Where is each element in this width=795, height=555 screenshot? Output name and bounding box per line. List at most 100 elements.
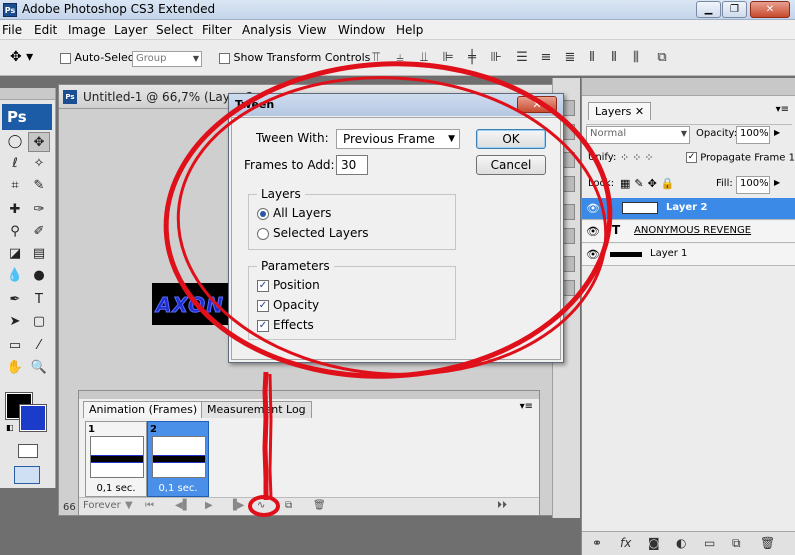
- convert-timeline-icon[interactable]: ⏵⏵: [497, 500, 507, 511]
- blur-tool-icon[interactable]: 💧: [4, 266, 26, 286]
- frame-delay[interactable]: 0,1 sec.: [86, 483, 146, 494]
- visibility-eye-icon[interactable]: 👁: [586, 225, 600, 238]
- fill-slider-icon[interactable]: ▶: [774, 178, 780, 187]
- effects-checkbox[interactable]: ✓: [257, 320, 269, 332]
- distribute-hcenter-icon[interactable]: ⦀: [606, 50, 622, 66]
- distribute-top-icon[interactable]: ☰: [514, 50, 530, 66]
- distribute-right-icon[interactable]: ⫼: [628, 50, 644, 66]
- layer-row-layer-1[interactable]: 👁 Layer 1: [582, 244, 795, 266]
- animation-frame-1[interactable]: 1 0,1 sec.: [85, 421, 147, 497]
- animation-frame-2[interactable]: 2 0,1 sec.: [147, 421, 209, 497]
- crop-tool-icon[interactable]: ⌗: [4, 176, 26, 196]
- dodge-tool-icon[interactable]: ●: [28, 266, 50, 286]
- distribute-bottom-icon[interactable]: ≣: [562, 50, 578, 66]
- propagate-checkbox[interactable]: ✓: [686, 152, 697, 163]
- menu-layer[interactable]: Layer: [114, 23, 147, 37]
- close-button[interactable]: ✕: [750, 1, 790, 18]
- distribute-left-icon[interactable]: ⫴: [584, 50, 600, 66]
- dialog-title-bar[interactable]: Tween ✕: [229, 94, 563, 116]
- eraser-tool-icon[interactable]: ◪: [4, 244, 26, 264]
- opacity-checkbox[interactable]: ✓: [257, 300, 269, 312]
- lock-icons[interactable]: ▦✎✥🔒: [620, 177, 679, 190]
- panel-menu-icon[interactable]: ▾≡: [520, 401, 533, 412]
- new-layer-icon[interactable]: ⧉: [732, 536, 741, 551]
- frame-delay[interactable]: 0,1 sec.: [148, 483, 208, 494]
- menu-view[interactable]: View: [298, 23, 326, 37]
- canvas-artwork[interactable]: AXON: [152, 283, 232, 325]
- align-vcenter-icon[interactable]: ⫨: [392, 50, 408, 66]
- align-right-icon[interactable]: ⊪: [488, 50, 504, 66]
- layer-mask-icon[interactable]: ◙: [648, 536, 660, 550]
- tab-layers[interactable]: Layers ✕: [588, 102, 652, 120]
- all-layers-radio[interactable]: [257, 208, 269, 220]
- maximize-button[interactable]: ❐: [722, 1, 747, 18]
- play-icon[interactable]: ▶: [205, 500, 213, 511]
- previous-frame-icon[interactable]: ◀▌: [175, 500, 190, 511]
- hand-tool-icon[interactable]: ✋: [4, 358, 26, 378]
- menu-edit[interactable]: Edit: [34, 23, 57, 37]
- eyedropper-tool-icon[interactable]: ⁄: [28, 336, 50, 356]
- next-frame-icon[interactable]: ▐▶: [229, 500, 244, 511]
- auto-select-checkbox[interactable]: [60, 52, 71, 64]
- align-hcenter-icon[interactable]: ╪: [464, 50, 480, 66]
- animation-panel-grip[interactable]: [79, 391, 539, 399]
- eyedropper-slice-icon[interactable]: ✎: [28, 176, 50, 196]
- delete-frame-icon[interactable]: 🗑: [313, 500, 326, 511]
- tween-icon[interactable]: ∿: [257, 500, 265, 511]
- auto-select-dropdown[interactable]: Group ▼: [132, 51, 202, 67]
- visibility-eye-icon[interactable]: 👁: [586, 202, 600, 215]
- gradient-tool-icon[interactable]: ▤: [28, 244, 50, 264]
- opacity-input[interactable]: 100%: [736, 126, 770, 144]
- move-tool-icon[interactable]: ✥: [28, 132, 50, 152]
- move-tool-icon[interactable]: ✥ ▾: [10, 49, 33, 65]
- menu-image[interactable]: Image: [68, 23, 106, 37]
- healing-brush-icon[interactable]: ✚: [4, 200, 26, 220]
- loop-dropdown[interactable]: Forever: [83, 500, 121, 511]
- align-top-icon[interactable]: ⫪: [368, 50, 384, 66]
- ok-button[interactable]: OK: [476, 129, 546, 149]
- link-layers-icon[interactable]: ⚭: [592, 536, 602, 550]
- type-tool-icon[interactable]: T: [28, 290, 50, 310]
- frames-to-add-input[interactable]: 30: [336, 155, 368, 175]
- quick-mask-icon[interactable]: [18, 444, 38, 458]
- tools-panel-grip[interactable]: [0, 88, 55, 100]
- auto-align-icon[interactable]: ⧉: [654, 50, 670, 66]
- magic-wand-icon[interactable]: ✧: [28, 154, 50, 174]
- shape-tool-icon[interactable]: ▢: [28, 312, 50, 332]
- menu-analysis[interactable]: Analysis: [242, 23, 291, 37]
- distribute-vcenter-icon[interactable]: ≡: [538, 50, 554, 66]
- dialog-close-button[interactable]: ✕: [517, 96, 557, 113]
- zoom-tool-icon[interactable]: 🔍: [28, 358, 50, 378]
- path-selection-icon[interactable]: ➤: [4, 312, 26, 332]
- layers-menu-icon[interactable]: ▾≡: [776, 104, 789, 115]
- pen-tool-icon[interactable]: ✒: [4, 290, 26, 310]
- minimize-button[interactable]: ▁: [696, 1, 721, 18]
- brush-tool-icon[interactable]: ✑: [28, 200, 50, 220]
- default-colors-icon[interactable]: ◧: [6, 423, 16, 433]
- visibility-eye-icon[interactable]: 👁: [586, 248, 600, 261]
- layers-panel-grip[interactable]: [582, 78, 795, 96]
- zoom-status[interactable]: 66: [63, 502, 76, 513]
- screen-mode-icon[interactable]: [14, 466, 40, 484]
- fill-input[interactable]: 100%: [736, 176, 770, 194]
- tab-animation-frames[interactable]: Animation (Frames): [83, 401, 204, 418]
- new-group-icon[interactable]: ▭: [704, 536, 715, 550]
- unify-icons[interactable]: ⁘⁘⁘: [620, 151, 657, 164]
- duplicate-frame-icon[interactable]: ⧉: [285, 500, 292, 511]
- position-checkbox[interactable]: ✓: [257, 280, 269, 292]
- adjustment-layer-icon[interactable]: ◐: [676, 536, 686, 550]
- background-color-swatch[interactable]: [19, 404, 47, 432]
- blend-mode-dropdown[interactable]: Normal ▼: [586, 126, 690, 144]
- menu-window[interactable]: Window: [338, 23, 385, 37]
- delete-layer-icon[interactable]: 🗑: [760, 536, 775, 550]
- clone-stamp-icon[interactable]: ⚲: [4, 222, 26, 242]
- menu-select[interactable]: Select: [156, 23, 193, 37]
- tween-with-dropdown[interactable]: Previous Frame ▼: [336, 129, 460, 149]
- layer-style-icon[interactable]: fx: [620, 536, 631, 550]
- tab-measurement-log[interactable]: Measurement Log: [201, 401, 312, 418]
- menu-help[interactable]: Help: [396, 23, 423, 37]
- first-frame-icon[interactable]: ⏮: [145, 500, 154, 511]
- menu-filter[interactable]: Filter: [202, 23, 232, 37]
- lasso-tool-icon[interactable]: ℓ: [4, 154, 26, 174]
- show-transform-checkbox[interactable]: [219, 52, 230, 64]
